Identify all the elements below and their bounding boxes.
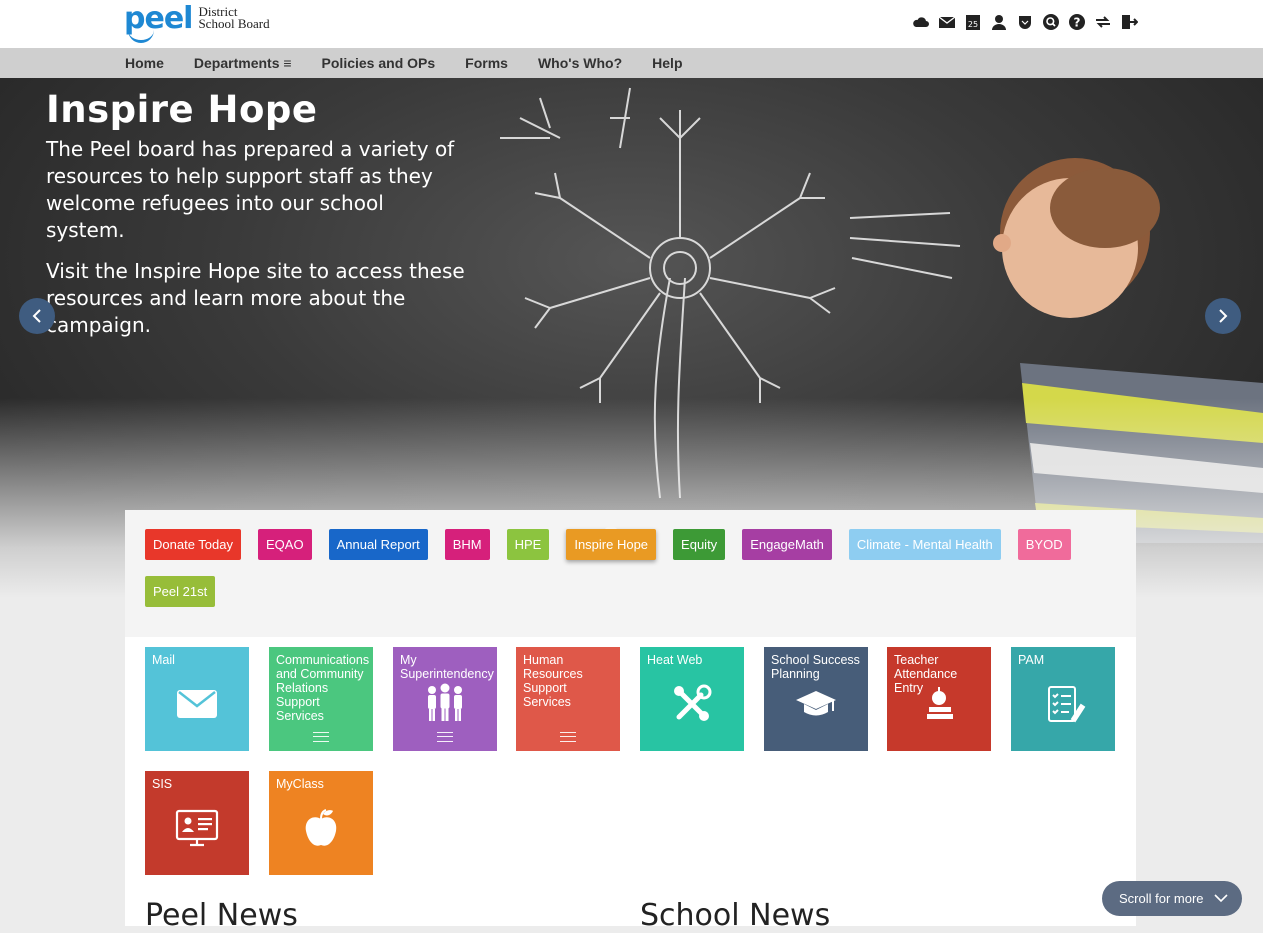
tag-button[interactable]: Annual Report [328, 529, 428, 560]
shield-icon[interactable] [1016, 13, 1034, 31]
chevron-down-icon [1214, 894, 1228, 903]
nav-forms[interactable]: Forms [465, 55, 508, 71]
app-tile[interactable]: MyClass [269, 771, 373, 875]
tag-button[interactable]: Inspire Hope [566, 523, 657, 560]
peel-news-heading: Peel News [145, 898, 298, 933]
scroll-for-more-button[interactable]: Scroll for more [1102, 881, 1242, 916]
chevron-left-icon [32, 309, 41, 323]
app-tile-label: SIS [152, 777, 173, 791]
tools-icon [640, 681, 744, 727]
calendar-day: 25 [968, 20, 978, 29]
carousel-next-button[interactable] [1205, 298, 1241, 334]
menu-icon[interactable] [313, 732, 329, 742]
monitor-icon [145, 805, 249, 851]
dandelion-illustration [500, 87, 961, 499]
app-tile[interactable]: School Success Planning [764, 647, 868, 751]
app-tile[interactable]: Teacher Attendance Entry [887, 647, 991, 751]
nav-home[interactable]: Home [125, 55, 164, 71]
main-nav: Home Departments ≡ Policies and OPs Form… [125, 48, 713, 78]
logo-text: District School Board [198, 5, 270, 31]
app-tile-label: Mail [152, 653, 175, 667]
app-tile[interactable]: SIS [145, 771, 249, 875]
cloud-icon[interactable] [912, 13, 930, 31]
menu-icon[interactable] [560, 732, 576, 742]
logo-smile [128, 28, 154, 43]
apple-books-icon [887, 681, 991, 727]
app-tile[interactable]: My Superintendency [393, 647, 497, 751]
app-tile[interactable]: PAM [1011, 647, 1115, 751]
tag-button[interactable]: Equity [673, 529, 726, 560]
nav-whos-who[interactable]: Who's Who? [538, 55, 622, 71]
graduation-cap-icon [764, 681, 868, 727]
app-tile-label: Heat Web [647, 653, 703, 667]
apple-icon [269, 805, 373, 851]
utility-icons: 25 ? [912, 13, 1138, 31]
app-tile-label: MyClass [276, 777, 324, 791]
tag-button[interactable]: HPE [506, 529, 550, 560]
nav-help[interactable]: Help [652, 55, 682, 71]
top-header: peel District School Board 25 ? [0, 0, 1263, 49]
people-icon [393, 681, 497, 727]
logout-icon[interactable] [1120, 13, 1138, 31]
help-icon[interactable]: ? [1068, 13, 1086, 31]
tag-button[interactable]: BHM [444, 529, 490, 560]
content-panel: Donate Today EQAO Annual Report BHM HPE Inspi… [125, 510, 1136, 933]
tag-button[interactable]: Climate - Mental Health [848, 529, 1001, 560]
search-icon[interactable] [1042, 13, 1060, 31]
app-tile[interactable]: Mail [145, 647, 249, 751]
tag-button[interactable]: EQAO [258, 529, 312, 560]
app-tile-label: My Superintendency [400, 653, 494, 681]
app-tile[interactable]: Human Resources Support Services [516, 647, 620, 751]
hero-paragraph-1: The Peel board has prepared a variety of… [46, 137, 455, 242]
app-tile-label: Human Resources Support Services [523, 653, 583, 709]
peel-logo[interactable]: peel District School Board [124, 4, 270, 44]
main-nav-bar: Home Departments ≡ Policies and OPs Form… [0, 48, 1263, 78]
scroll-for-more-label: Scroll for more [1119, 891, 1204, 906]
app-tile-label: PAM [1018, 653, 1045, 667]
school-news-heading: School News [640, 898, 831, 933]
logo-line-2: School Board [198, 16, 270, 31]
menu-icon[interactable] [437, 732, 453, 742]
app-tile-label: School Success Planning [771, 653, 860, 681]
nav-departments[interactable]: Departments ≡ [194, 55, 292, 71]
app-tile-label: Communications and Community Relations S… [276, 653, 370, 723]
nav-policies[interactable]: Policies and OPs [322, 55, 436, 71]
tag-button[interactable]: Peel 21st [145, 576, 216, 607]
carousel-prev-button[interactable] [19, 298, 55, 334]
quick-tags: Donate Today EQAO Annual Report BHM HPE Inspi… [125, 510, 1136, 637]
logo-wordmark: peel [124, 4, 193, 43]
tag-button[interactable]: EngageMath [742, 529, 832, 560]
hero-paragraph-2: Visit the Inspire Hope site to access th… [46, 259, 465, 337]
svg-text:?: ? [1074, 16, 1081, 30]
tag-button[interactable]: Donate Today [145, 529, 241, 560]
calendar-icon[interactable]: 25 [964, 13, 982, 31]
tag-button[interactable]: BYOD [1017, 529, 1071, 560]
swap-icon[interactable] [1094, 13, 1112, 31]
user-icon[interactable] [990, 13, 1008, 31]
chevron-right-icon [1219, 309, 1228, 323]
hero-title: Inspire Hope [46, 88, 318, 131]
checklist-icon [1011, 681, 1115, 727]
app-tile[interactable]: Heat Web [640, 647, 744, 751]
app-tile[interactable]: Communications and Community Relations S… [269, 647, 373, 751]
envelope-icon [145, 681, 249, 727]
mail-icon[interactable] [938, 13, 956, 31]
